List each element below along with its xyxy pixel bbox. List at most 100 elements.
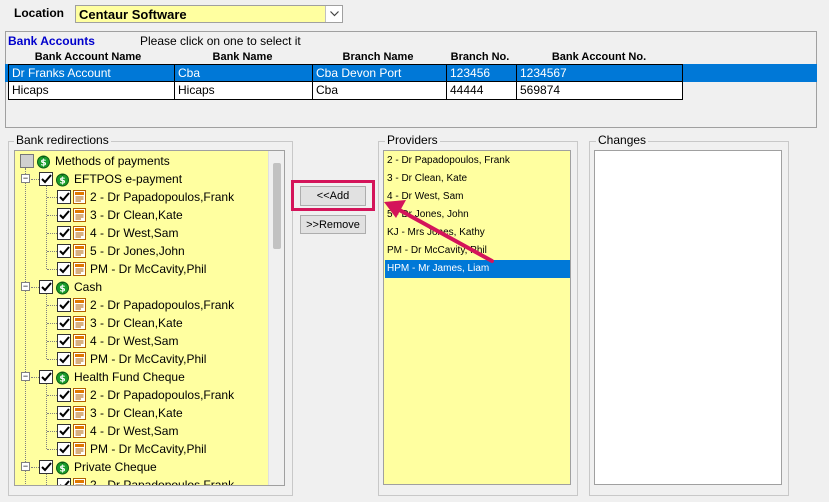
tree-scrollbar[interactable] — [268, 151, 284, 485]
provider-doc-icon — [73, 226, 86, 240]
tree-provider-item[interactable]: 2 - Dr Papadopoulos,Frank — [57, 296, 234, 314]
checkbox-checked[interactable] — [57, 442, 71, 456]
tree-provider-item[interactable]: 4 - Dr West,Sam — [57, 422, 178, 440]
money-bag-icon: $ — [55, 280, 70, 295]
tree-root[interactable]: $ Methods of payments — [20, 152, 170, 170]
tree-provider-item[interactable]: 3 - Dr Clean,Kate — [57, 206, 183, 224]
tree-scrollbar-thumb[interactable] — [273, 163, 281, 249]
provider-doc-icon — [73, 442, 86, 456]
column-header-branch-no: Branch No. — [450, 51, 510, 63]
collapse-icon[interactable]: − — [21, 282, 30, 291]
checkbox-checked[interactable] — [57, 388, 71, 402]
tree-item-label: EFTPOS e-payment — [74, 172, 183, 186]
tree-provider-item[interactable]: PM - Dr McCavity,Phil — [57, 260, 206, 278]
provider-doc-icon — [73, 262, 86, 276]
tree-item-label: 2 - Dr Papadopoulos,Frank — [90, 388, 235, 402]
changes-label: Changes — [596, 133, 649, 147]
cell-bank-name: Hicaps — [175, 82, 313, 99]
checkbox-checked[interactable] — [57, 352, 71, 366]
checkbox-checked[interactable] — [57, 190, 71, 204]
location-select[interactable]: Centaur Software — [75, 5, 343, 23]
provider-list-item[interactable]: 3 - Dr Clean, Kate — [385, 170, 570, 188]
provider-doc-icon — [73, 244, 86, 258]
svg-text:$: $ — [59, 464, 65, 474]
tree-provider-item[interactable]: PM - Dr McCavity,Phil — [57, 440, 206, 458]
tree-group[interactable]: $ Private Cheque — [39, 458, 157, 476]
cell-branch-name: Cba Devon Port — [313, 65, 447, 82]
cell-bank-name: Cba — [175, 65, 313, 82]
tree-item-label: Cash — [74, 280, 103, 294]
checkbox-checked[interactable] — [57, 406, 71, 420]
tree-item-label: PM - Dr McCavity,Phil — [90, 262, 207, 276]
cell-account-name: Hicaps — [9, 82, 175, 99]
bank-accounts-table: Dr Franks Account Cba Cba Devon Port 123… — [8, 64, 683, 100]
bank-accounts-hint: Please click on one to select it — [140, 34, 301, 48]
checkbox-checked[interactable] — [39, 172, 53, 186]
tree-group[interactable]: $ Health Fund Cheque — [39, 368, 185, 386]
add-button[interactable]: <<Add — [300, 186, 366, 206]
collapse-icon[interactable]: − — [21, 174, 30, 183]
svg-text:$: $ — [40, 158, 46, 168]
tree-item-label: 3 - Dr Clean,Kate — [90, 406, 183, 420]
tree-provider-item[interactable]: 2 - Dr Papadopoulos,Frank — [57, 476, 235, 486]
checkbox-checked[interactable] — [39, 460, 53, 474]
checkbox-checked[interactable] — [57, 262, 71, 276]
tree-item-label: 5 - Dr Jones,John — [90, 244, 185, 258]
checkbox-checked[interactable] — [57, 478, 71, 485]
bank-redirections-tree[interactable]: $ Methods of payments − $ EFTPOS e-payment 2 … — [14, 150, 285, 486]
checkbox-checked[interactable] — [39, 280, 53, 294]
bank-redirections-label: Bank redirections — [14, 133, 111, 147]
providers-label: Providers — [385, 133, 440, 147]
column-header-account-name: Bank Account Name — [34, 51, 142, 63]
svg-text:$: $ — [59, 284, 65, 294]
tree-item-label: Methods of payments — [55, 154, 170, 168]
tree-provider-item[interactable]: 2 - Dr Papadopoulos,Frank — [57, 188, 234, 206]
tree-item-label: 3 - Dr Clean,Kate — [90, 208, 183, 222]
changes-list[interactable] — [594, 150, 782, 485]
checkbox-checked[interactable] — [57, 424, 71, 438]
annotation-arrow-icon — [384, 200, 494, 263]
tree-group[interactable]: $ Cash — [39, 278, 102, 296]
remove-button[interactable]: >>Remove — [300, 215, 366, 234]
chevron-down-icon[interactable] — [325, 6, 342, 22]
tree-provider-item[interactable]: 3 - Dr Clean,Kate — [57, 404, 183, 422]
tree-provider-item[interactable]: 5 - Dr Jones,John — [57, 242, 185, 260]
tree-item-label: Private Cheque — [74, 460, 157, 474]
provider-doc-icon — [73, 424, 86, 438]
checkbox-checked[interactable] — [57, 334, 71, 348]
checkbox-checked[interactable] — [57, 226, 71, 240]
tree-provider-item[interactable]: 4 - Dr West,Sam — [57, 332, 178, 350]
provider-list-item[interactable]: 2 - Dr Papadopoulos, Frank — [385, 152, 570, 170]
checkbox-checked[interactable] — [39, 370, 53, 384]
provider-doc-icon — [73, 334, 86, 348]
cell-branch-name: Cba — [313, 82, 447, 99]
cell-branch-no: 123456 — [447, 65, 517, 82]
cell-branch-no: 44444 — [447, 82, 517, 99]
money-bag-icon: $ — [55, 172, 70, 187]
collapse-icon[interactable]: − — [21, 462, 30, 471]
checkbox-checked[interactable] — [57, 316, 71, 330]
location-value: Centaur Software — [79, 7, 187, 22]
cell-account-name: Dr Franks Account — [9, 65, 175, 82]
tree-provider-item[interactable]: PM - Dr McCavity,Phil — [57, 350, 206, 368]
table-row[interactable]: Dr Franks Account Cba Cba Devon Port 123… — [8, 64, 683, 82]
tree-provider-item[interactable]: 4 - Dr West,Sam — [57, 224, 178, 242]
checkbox-checked[interactable] — [57, 298, 71, 312]
checkbox-checked[interactable] — [57, 244, 71, 258]
tree-item-label: PM - Dr McCavity,Phil — [90, 352, 207, 366]
tree-group[interactable]: $ EFTPOS e-payment — [39, 170, 182, 188]
checkbox-checked[interactable] — [57, 208, 71, 222]
collapse-icon[interactable]: − — [21, 372, 30, 381]
provider-doc-icon — [73, 190, 86, 204]
provider-doc-icon — [73, 316, 86, 330]
tree-provider-item[interactable]: 3 - Dr Clean,Kate — [57, 314, 183, 332]
tree-item-label: Health Fund Cheque — [74, 370, 185, 384]
cell-account-no: 569874 — [520, 83, 561, 97]
checkbox-unchecked[interactable] — [20, 154, 34, 168]
tree-item-label: 4 - Dr West,Sam — [90, 226, 179, 240]
table-row[interactable]: Hicaps Hicaps Cba 44444 569874 — [8, 82, 683, 100]
tree-item-label: 2 - Dr Papadopoulos,Frank — [90, 478, 235, 486]
cell-account-no: 1234567 — [520, 66, 567, 80]
tree-provider-item[interactable]: 2 - Dr Papadopoulos,Frank — [57, 386, 234, 404]
provider-doc-icon — [73, 352, 86, 366]
